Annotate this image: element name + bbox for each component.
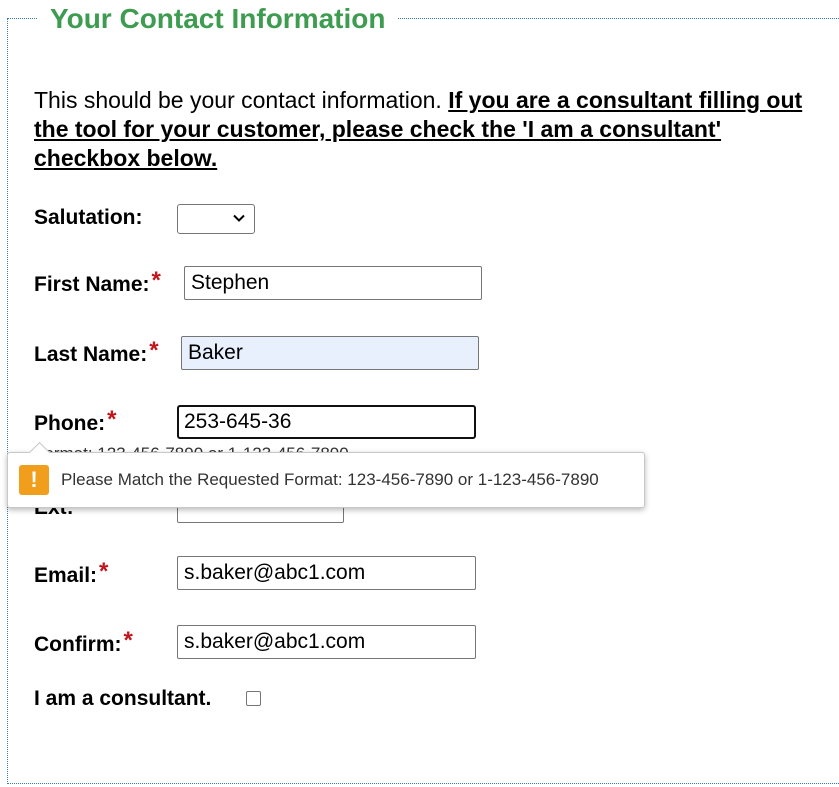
required-mark: * bbox=[107, 406, 117, 433]
required-mark: * bbox=[151, 267, 161, 294]
confirm-label: Confirm:* bbox=[34, 627, 133, 658]
warning-icon: ! bbox=[19, 465, 49, 495]
last-name-label-text: Last Name: bbox=[34, 343, 148, 366]
confirm-email-input[interactable] bbox=[177, 625, 476, 659]
validation-tooltip: ! Please Match the Requested Format: 123… bbox=[7, 441, 645, 508]
salutation-select[interactable] bbox=[177, 204, 255, 234]
last-name-input[interactable] bbox=[181, 336, 479, 370]
phone-label-text: Phone: bbox=[34, 412, 106, 435]
phone-label: Phone:* bbox=[34, 406, 117, 437]
consultant-checkbox[interactable] bbox=[246, 691, 261, 706]
salutation-label-text: Salutation: bbox=[34, 206, 143, 229]
salutation-label: Salutation: bbox=[34, 206, 143, 230]
section-legend: Your Contact Information bbox=[38, 2, 398, 36]
email-label-text: Email: bbox=[34, 564, 98, 587]
consultant-label: I am a consultant. bbox=[34, 687, 211, 711]
first-name-label: First Name:* bbox=[34, 267, 161, 298]
chevron-down-icon bbox=[233, 214, 245, 222]
last-name-label: Last Name:* bbox=[34, 337, 159, 368]
first-name-label-text: First Name: bbox=[34, 273, 150, 296]
email-input[interactable] bbox=[177, 556, 476, 590]
required-mark: * bbox=[123, 627, 133, 654]
confirm-label-text: Confirm: bbox=[34, 633, 122, 656]
required-mark: * bbox=[149, 337, 159, 364]
phone-input[interactable] bbox=[177, 405, 476, 439]
intro-plain: This should be your contact information. bbox=[34, 87, 449, 113]
intro-text: This should be your contact information.… bbox=[34, 86, 824, 173]
consultant-label-text: I am a consultant. bbox=[34, 687, 212, 710]
email-label: Email:* bbox=[34, 558, 109, 589]
required-mark: * bbox=[99, 558, 109, 585]
tooltip-message: Please Match the Requested Format: 123-4… bbox=[61, 470, 599, 489]
first-name-input[interactable] bbox=[184, 266, 482, 300]
